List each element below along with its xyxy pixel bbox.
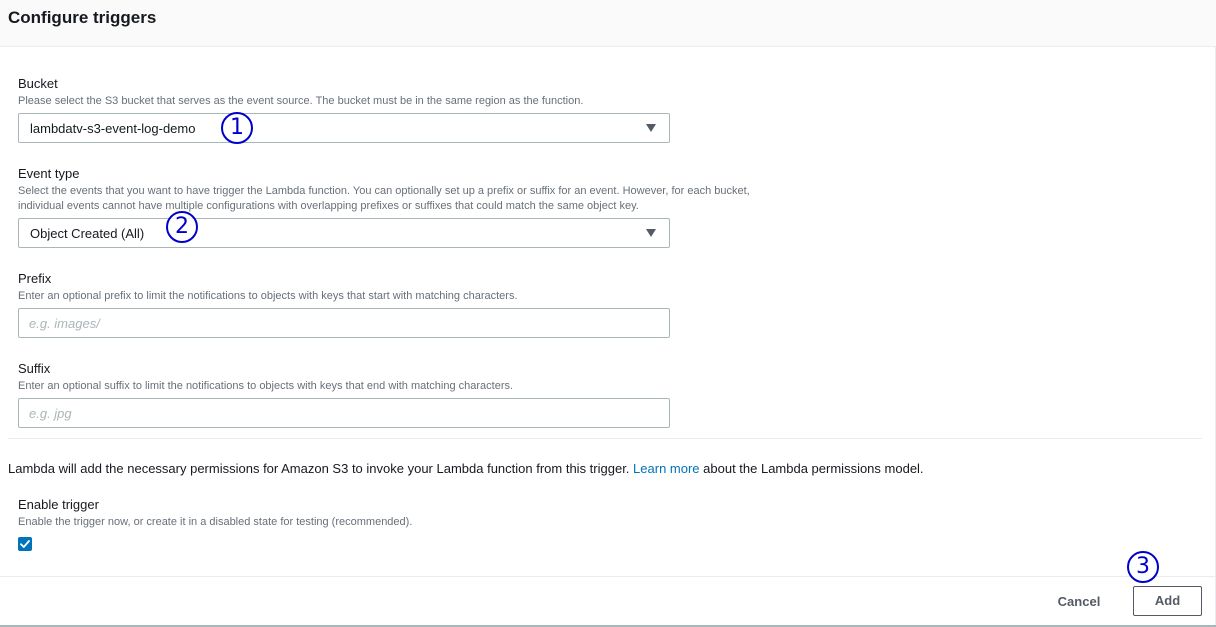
permissions-text-after: about the Lambda permissions model. [699, 461, 924, 476]
suffix-description: Enter an optional suffix to limit the no… [18, 380, 514, 392]
footer-divider [0, 576, 1216, 577]
event-type-description-line1: Select the events that you want to have … [18, 185, 750, 197]
enable-trigger-label: Enable trigger [18, 497, 99, 512]
add-button[interactable]: Add [1133, 586, 1202, 616]
permissions-text-before: Lambda will add the necessary permission… [8, 461, 634, 476]
bucket-select-value: lambdatv-s3-event-log-demo [30, 121, 196, 136]
page-title: Configure triggers [8, 8, 157, 27]
event-type-select-value: Object Created (All) [30, 226, 145, 241]
prefix-input[interactable] [18, 308, 670, 338]
event-type-label: Event type [18, 166, 80, 181]
annotation-marker-1: 1 [221, 112, 253, 144]
section-divider [8, 438, 1202, 439]
suffix-input[interactable] [18, 398, 670, 428]
panel-header: Configure triggers [0, 0, 1216, 47]
event-type-description-line2: individual events cannot have multiple c… [18, 200, 639, 212]
caret-down-icon [646, 124, 656, 132]
enable-trigger-checkbox[interactable] [18, 537, 32, 551]
annotation-marker-2: 2 [166, 211, 198, 243]
bucket-description: Please select the S3 bucket that serves … [18, 95, 584, 107]
bucket-label: Bucket [18, 76, 58, 91]
enable-trigger-description: Enable the trigger now, or create it in … [18, 516, 413, 528]
caret-down-icon [646, 229, 656, 237]
suffix-label: Suffix [18, 361, 51, 376]
event-type-select[interactable]: Object Created (All) [18, 218, 670, 248]
permissions-note: Lambda will add the necessary permission… [8, 461, 924, 476]
bucket-select[interactable]: lambdatv-s3-event-log-demo [18, 113, 670, 143]
annotation-marker-3: 3 [1127, 551, 1159, 583]
prefix-label: Prefix [18, 271, 52, 286]
prefix-description: Enter an optional prefix to limit the no… [18, 290, 518, 302]
learn-more-link[interactable]: Learn more [633, 461, 699, 476]
checkmark-icon [20, 540, 30, 548]
cancel-button[interactable]: Cancel [1045, 587, 1113, 617]
